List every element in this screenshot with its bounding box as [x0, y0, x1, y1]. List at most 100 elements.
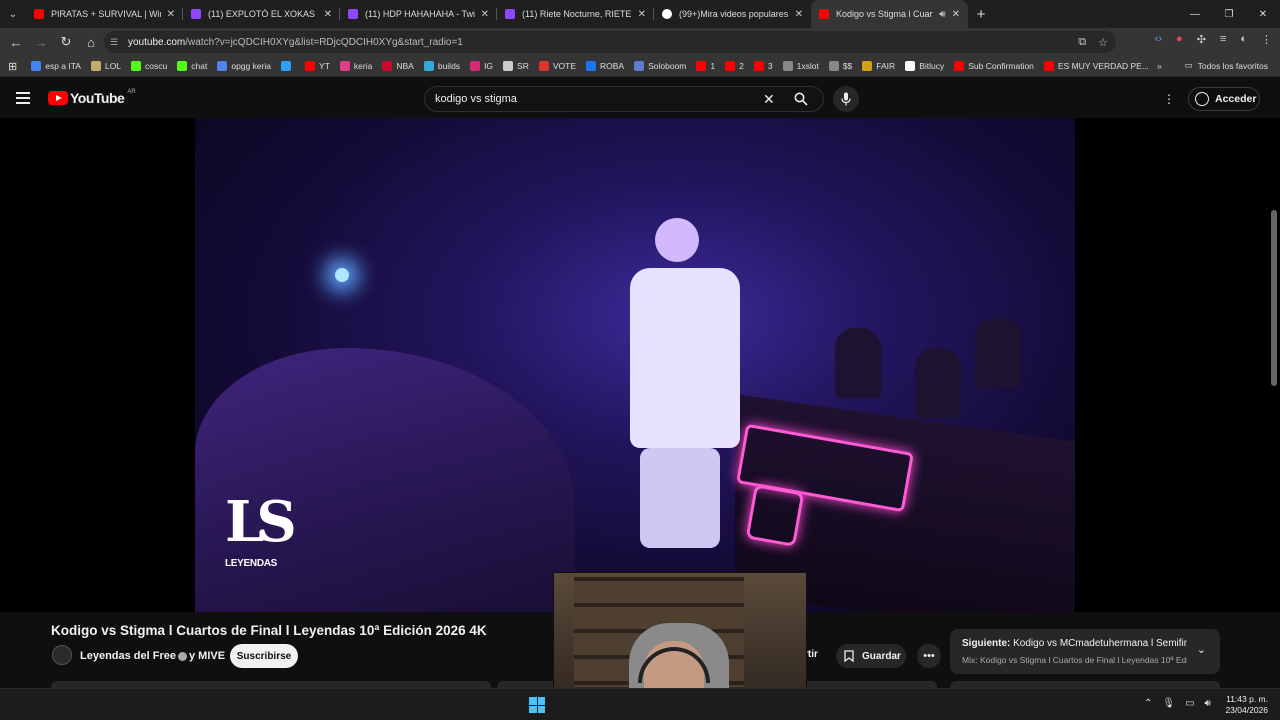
bookmark-item[interactable]: opgg keria — [217, 61, 271, 71]
bookmark-favicon-icon — [725, 61, 736, 71]
system-tray: ⌃ 🎙︎ ▭ 🔊︎ — [1144, 698, 1211, 709]
search-box[interactable]: kodigo vs stigma ✕ — [424, 86, 824, 112]
bookmark-item[interactable]: ROBA — [586, 61, 624, 71]
bookmark-item[interactable]: 1 — [696, 61, 715, 71]
address-bar[interactable]: ☰ youtube.com/watch?v=jcQDCIH0XYg&list=R… — [104, 31, 1116, 53]
bookmark-item[interactable]: Soloboom — [634, 61, 686, 71]
close-tab-icon[interactable]: ✕ — [952, 9, 960, 20]
bookmark-item[interactable]: $$ — [828, 61, 852, 71]
install-app-icon[interactable]: ⧉ — [1078, 36, 1086, 49]
translate-extension-icon[interactable]: ‹› — [1155, 33, 1162, 46]
folder-icon: ▭ — [1184, 60, 1193, 70]
youtube-logo[interactable]: YouTube AR — [48, 89, 136, 106]
all-favorites-folder[interactable]: ▭ Todos los favoritos — [1185, 60, 1268, 71]
close-tab-icon[interactable]: ✕ — [167, 9, 175, 20]
close-window-icon[interactable]: ✕ — [1246, 0, 1280, 28]
up-next-card[interactable]: Siguiente: Kodigo vs MCmadetuhermana l S… — [950, 629, 1220, 674]
channel-avatar[interactable] — [52, 645, 72, 665]
clear-search-icon[interactable]: ✕ — [763, 91, 775, 108]
video-player[interactable]: LS LEYENDAS — [0, 118, 1280, 612]
restore-icon[interactable]: ❐ — [1212, 0, 1246, 28]
volume-icon[interactable]: 🔊︎ — [1205, 698, 1211, 709]
tab-title: (11) HDP HAHAHAHA - Twitch — [365, 9, 475, 19]
hamburger-menu-icon[interactable] — [16, 92, 30, 107]
search-button[interactable] — [779, 87, 823, 111]
close-tab-icon[interactable]: ✕ — [795, 9, 803, 20]
bookmark-icon — [844, 650, 854, 662]
bookmark-item[interactable]: builds — [423, 61, 460, 71]
tray-overflow-icon[interactable]: ⌃ — [1144, 698, 1152, 709]
bookmark-favicon-icon — [305, 61, 316, 71]
speaker-icon[interactable]: 🔊︎ — [939, 9, 945, 20]
bookmark-item[interactable]: YT — [305, 61, 330, 71]
settings-kebab-icon[interactable]: ⋮ — [1163, 92, 1175, 106]
network-icon[interactable]: ▭ — [1185, 698, 1194, 709]
bookmark-item[interactable]: esp a ITA — [31, 61, 81, 71]
bookmark-item[interactable] — [281, 61, 295, 71]
forward-icon[interactable]: → — [29, 30, 53, 54]
tab-title: PIRATAS + SURVIVAL | WindRo — [51, 9, 161, 19]
browser-tab[interactable]: PIRATAS + SURVIVAL | WindRo ✕ — [26, 0, 183, 28]
bookmark-item[interactable]: keria — [339, 61, 372, 71]
bookmark-item[interactable]: chat — [177, 61, 207, 71]
bookmark-favicon-icon — [382, 61, 393, 71]
browser-tab[interactable]: (99+)Mira videos populares sel ✕ — [654, 0, 811, 28]
browser-tab[interactable]: (11) EXPLOTÓ EL XOKAS - Twitc ✕ — [183, 0, 340, 28]
reading-list-icon[interactable]: ≡ — [1220, 33, 1226, 46]
chevron-down-icon[interactable]: ⌄ — [1197, 643, 1206, 656]
bookmark-item[interactable]: VOTE — [538, 61, 576, 71]
profile-icon[interactable]: ◐ — [1240, 33, 1247, 46]
voice-search-button[interactable] — [833, 86, 859, 112]
sign-in-button[interactable]: Acceder — [1188, 87, 1260, 111]
apps-grid-icon[interactable]: ⊞ — [8, 60, 17, 73]
search-icon — [794, 92, 808, 106]
youtube-masthead: YouTube AR kodigo vs stigma ✕ ⋮ Acceder — [0, 78, 1280, 120]
subscribe-button[interactable]: Suscribirse — [230, 644, 298, 668]
channel-name[interactable]: Leyendas del Free y MIVE — [80, 650, 225, 662]
browser-tab[interactable]: (11) Riete Nocturne, RIETE ! xdc ✕ — [497, 0, 654, 28]
bookmark-item[interactable]: 3 — [753, 61, 773, 71]
bookmark-item[interactable]: FAIR — [862, 61, 895, 71]
microphone-tray-icon[interactable]: 🎙︎ — [1162, 698, 1175, 709]
taskbar-clock[interactable]: 11:43 p. m. 23/04/2026 — [1222, 694, 1268, 716]
judge-figure — [835, 328, 881, 398]
youtube-favicon-icon — [819, 9, 829, 19]
twitch-favicon-icon — [348, 9, 358, 19]
more-actions-icon[interactable]: ••• — [917, 644, 941, 668]
bookmark-item[interactable]: 1xslot — [782, 61, 819, 71]
search-input[interactable]: kodigo vs stigma — [435, 93, 517, 105]
windows-start-icon[interactable] — [529, 697, 545, 713]
tab-search-chevron-icon[interactable]: ⌄ — [0, 0, 26, 28]
new-tab-button[interactable]: + — [968, 6, 994, 23]
bookmark-star-icon[interactable]: ☆ — [1098, 36, 1108, 49]
bookmark-item[interactable]: Sub Confirmation — [954, 61, 1034, 71]
twitch-favicon-icon — [191, 9, 201, 19]
puzzle-icon[interactable]: ✣ — [1197, 33, 1206, 46]
bookmark-favicon-icon — [753, 61, 764, 71]
home-icon[interactable]: ⌂ — [79, 30, 103, 54]
bookmark-item[interactable]: ES MUY VERDAD PE... — [1043, 61, 1149, 71]
site-info-icon[interactable]: ☰ — [110, 37, 126, 48]
close-tab-icon[interactable]: ✕ — [481, 9, 489, 20]
save-button[interactable]: Guardar — [836, 644, 906, 668]
browser-tab[interactable]: (11) HDP HAHAHAHA - Twitch ✕ — [340, 0, 497, 28]
reload-icon[interactable]: ↻ — [54, 30, 78, 54]
close-tab-icon[interactable]: ✕ — [324, 9, 332, 20]
bookmark-item[interactable]: LOL — [90, 61, 121, 71]
bookmark-item[interactable]: NBA — [382, 61, 414, 71]
bookmark-item[interactable]: IG — [470, 61, 493, 71]
minimize-icon[interactable]: — — [1178, 0, 1212, 28]
page-scrollbar[interactable] — [1271, 210, 1277, 386]
bookmark-item[interactable]: 2 — [725, 61, 744, 71]
back-icon[interactable]: ← — [4, 30, 28, 54]
browser-tab-active[interactable]: Kodigo vs Stigma l Cuartos 🔊︎ ✕ — [811, 0, 968, 28]
more-bookmarks-icon[interactable]: » — [1157, 61, 1162, 71]
bookmark-item[interactable]: Bitlucy — [905, 61, 944, 71]
close-tab-icon[interactable]: ✕ — [638, 9, 646, 20]
bookmark-item[interactable]: coscu — [131, 61, 167, 71]
video-frame[interactable]: LS LEYENDAS — [195, 118, 1075, 612]
bookmark-item[interactable]: SR — [503, 61, 529, 71]
menu-icon[interactable]: ⋮ — [1261, 33, 1272, 46]
extension-icon[interactable]: ● — [1176, 33, 1183, 46]
window-controls: — ❐ ✕ — [1178, 0, 1280, 28]
